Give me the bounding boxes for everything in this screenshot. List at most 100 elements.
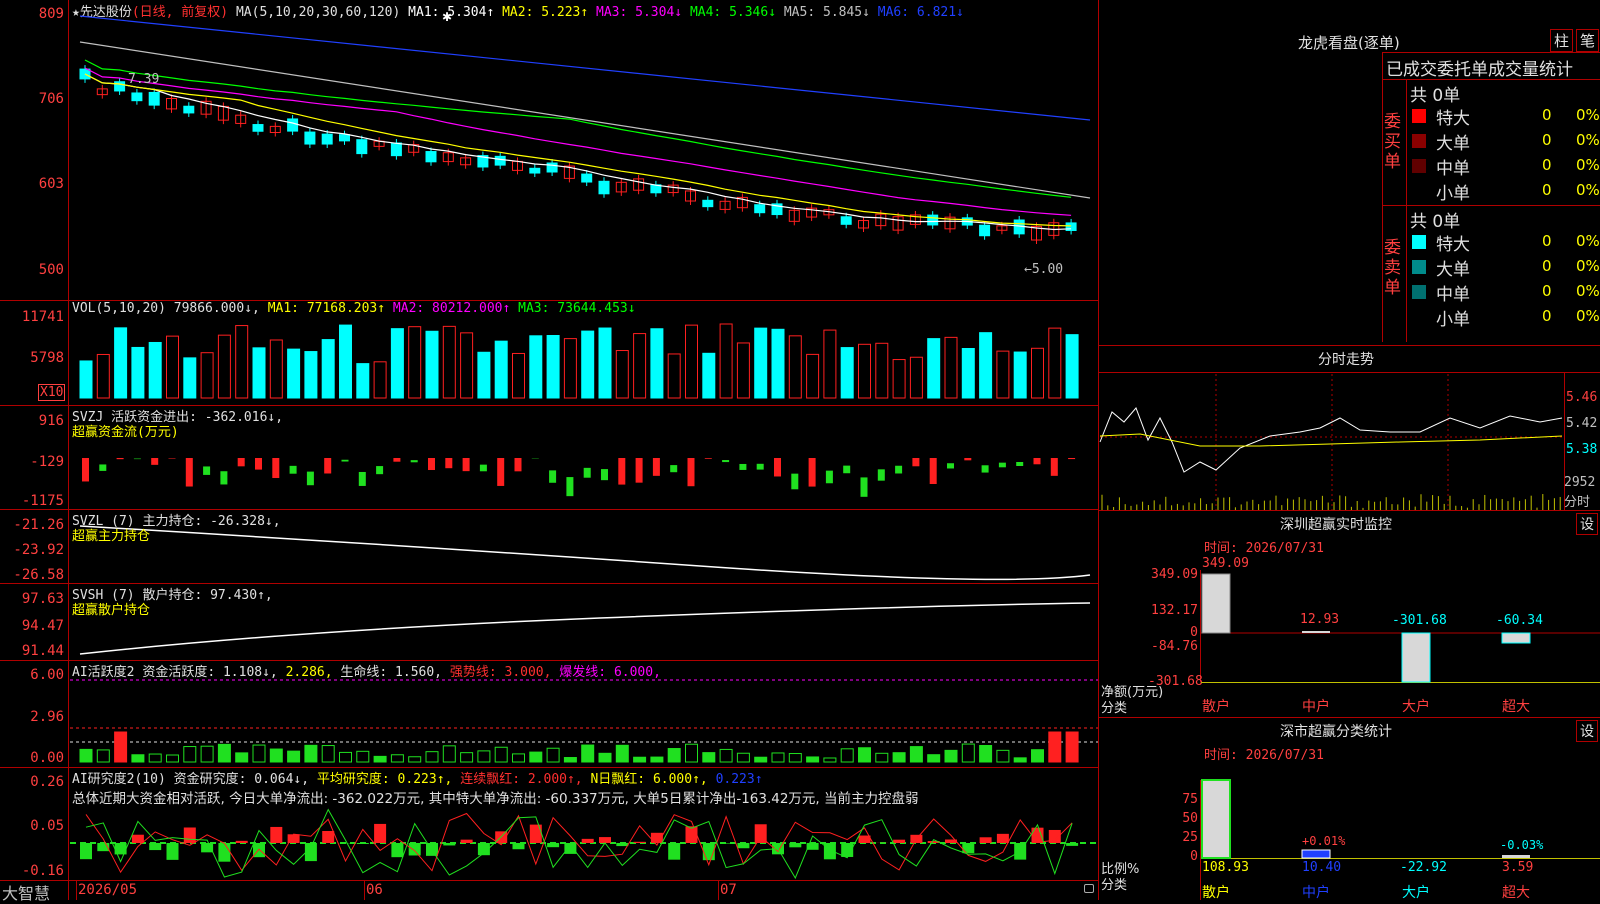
sell-row-count-0: 0	[1542, 232, 1552, 250]
volume-bar	[841, 348, 853, 398]
svzj-bar	[151, 458, 158, 465]
monitor-val-2: -301.68	[1392, 613, 1447, 628]
svzj-bar	[411, 460, 418, 462]
ai1-bar	[737, 753, 749, 762]
ai2-bar	[599, 837, 611, 843]
ai1-bar	[928, 755, 940, 762]
classify-settings-button[interactable]: 设	[1576, 720, 1598, 742]
candle-down	[599, 181, 609, 193]
sell-row-name-2: 中单	[1436, 280, 1470, 305]
volume-bar	[928, 339, 940, 398]
lock-icon[interactable]	[1084, 884, 1094, 893]
ai2-bar	[513, 843, 525, 849]
monitor-settings-button[interactable]: 设	[1576, 513, 1598, 535]
svzj-bar	[601, 469, 608, 480]
svzj-bar	[497, 458, 504, 486]
vol-unit[interactable]: X10	[38, 384, 65, 401]
classify-y-2: 25	[1160, 830, 1198, 845]
volume-bar	[876, 343, 888, 398]
svzj-bar	[428, 458, 435, 470]
volume-bar	[668, 354, 680, 398]
monitor-cat-0: 散户	[1202, 696, 1230, 716]
ai2-title: AI研究度2(10)	[72, 772, 166, 787]
ai1-bar	[184, 747, 196, 762]
buy-row-swatch-2	[1412, 159, 1426, 173]
classify-title: 深市超赢分类统计	[1280, 721, 1392, 741]
ai1-bar	[789, 754, 801, 762]
sell-row-name-0: 特大	[1436, 230, 1470, 255]
ma4-line	[85, 60, 1071, 197]
vol-y-tick-0: 11741	[2, 309, 64, 325]
ai2-bar	[893, 840, 905, 843]
brand-label[interactable]: 大智慧	[2, 880, 50, 904]
ai1-bar	[97, 750, 109, 762]
ai2-bar	[409, 843, 421, 855]
ai1-bar	[564, 758, 576, 762]
x-label-0: 2026/05	[78, 882, 137, 898]
intraday-y-1: 5.42	[1566, 416, 1597, 431]
svzj-bar	[186, 458, 193, 487]
ai1-bar	[910, 747, 922, 762]
sell-row-pct-0: 0%	[1576, 232, 1600, 250]
volume-bar	[1032, 348, 1044, 398]
svzj-bar	[238, 458, 245, 466]
ai1-bar	[253, 745, 265, 762]
sell-total: 共 0单	[1410, 207, 1460, 232]
order-box-left	[1382, 52, 1383, 342]
monitor-axis-line	[1200, 570, 1201, 682]
svzj-bar	[843, 466, 850, 474]
volume-bar	[564, 339, 576, 398]
ai1-bar	[547, 748, 559, 762]
order-stats-header: 已成交委托单成交量统计	[1386, 55, 1573, 80]
ai1-y-tick-2: 0.00	[2, 750, 64, 766]
volume-bar	[357, 364, 369, 398]
classify-note-1: +0.01%	[1302, 834, 1345, 848]
ai1-bar	[409, 757, 421, 762]
volume-bar	[115, 328, 127, 398]
ai2-bar	[184, 827, 196, 843]
svzj-bar	[999, 463, 1006, 468]
ai1-bar	[305, 745, 317, 762]
volume-bar	[288, 349, 300, 398]
candle-down	[305, 132, 315, 144]
buy-total: 共 0单	[1410, 81, 1460, 106]
ai1-bar	[132, 755, 144, 762]
ai1-title: AI活跃度2	[72, 665, 134, 680]
candle-down	[495, 156, 505, 165]
lhb-title: 龙虎看盘(逐单)	[1298, 32, 1400, 53]
tick-mode-button[interactable]: 笔	[1576, 29, 1599, 52]
ai2-bar	[530, 825, 542, 843]
svzj-bar	[947, 463, 954, 468]
sell-row-pct-1: 0%	[1576, 257, 1600, 275]
ai2-bar	[582, 839, 594, 843]
monitor-val-0: 349.09	[1202, 556, 1249, 571]
svzj-bar	[480, 465, 487, 472]
ai2-bar	[270, 827, 282, 843]
chart-canvas[interactable]	[0, 0, 1600, 900]
ai1-bar	[841, 749, 853, 762]
ai1-bar	[997, 750, 1009, 762]
ai2-bar	[322, 831, 334, 843]
volume-bar	[634, 334, 646, 398]
ai2-red-streak: 连续飘红: 2.000↑,	[460, 772, 582, 787]
ai1-bar	[772, 753, 784, 762]
volume-bar	[824, 330, 836, 398]
volume-bar	[495, 341, 507, 398]
buy-row-pct-0: 0%	[1576, 106, 1600, 124]
sell-row-swatch-0	[1412, 235, 1426, 249]
sell-row-count-2: 0	[1542, 282, 1552, 300]
volume-bar	[184, 358, 196, 398]
ai1-bar	[616, 745, 628, 762]
column-mode-button[interactable]: 柱	[1550, 29, 1573, 52]
ai1-bar	[236, 753, 248, 762]
ai1-bar	[807, 757, 819, 762]
vol-ma2: MA2: 80212.000↑	[393, 301, 510, 316]
classify-baseline	[1201, 858, 1600, 859]
volume-bar	[391, 329, 403, 398]
volume-bar	[132, 347, 144, 398]
volume-bar	[461, 333, 473, 398]
svzj-bar	[255, 458, 262, 470]
volume-bar	[651, 329, 663, 398]
candle-down	[426, 152, 436, 162]
classify-cat-1: 中户	[1302, 882, 1330, 902]
